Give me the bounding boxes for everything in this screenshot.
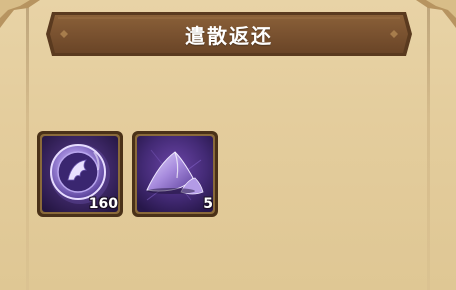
panel-frame-right [427, 0, 430, 290]
dialog-title: 遣散返还 [185, 23, 273, 48]
panel-frame-left [26, 0, 29, 290]
dismiss-return-panel: 遣散返还 160 5 [0, 0, 456, 290]
reward-item-count: 5 [203, 196, 213, 212]
reward-item-count: 160 [88, 196, 118, 212]
reward-item-slot[interactable]: 5 [131, 130, 219, 218]
reward-item-slot[interactable]: 160 [36, 130, 124, 218]
title-banner: 遣散返还 [46, 8, 412, 60]
reward-items-row: 160 5 [36, 130, 236, 218]
corner-ornament-icon [416, 0, 456, 28]
corner-ornament-icon [0, 0, 40, 28]
